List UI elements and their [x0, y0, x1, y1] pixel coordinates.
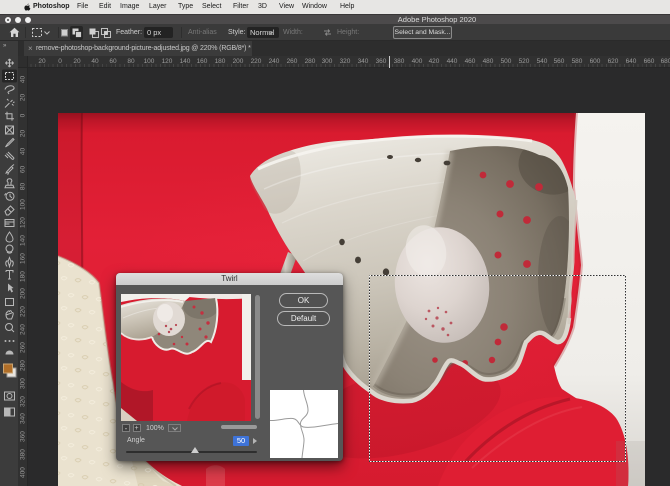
svg-text:»: »	[3, 43, 7, 49]
